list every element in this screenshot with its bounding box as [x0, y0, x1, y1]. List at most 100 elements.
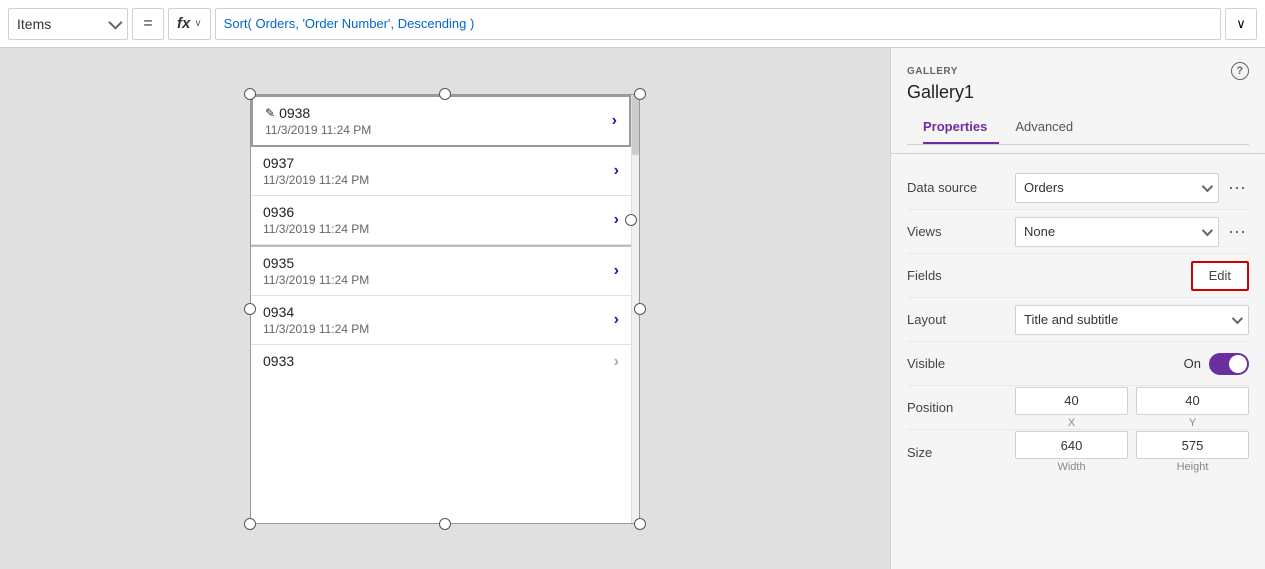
- size-inputs: Width Height: [1015, 431, 1249, 473]
- fields-value: Edit: [1015, 261, 1249, 291]
- main-content: ✎ 0938 11/3/2019 11:24 PM › 0937 11/3/20…: [0, 48, 1265, 569]
- tab-advanced[interactable]: Advanced: [1015, 111, 1085, 144]
- gallery-item-content: 0935 11/3/2019 11:24 PM: [263, 255, 614, 287]
- gallery-item-chevron-icon: ›: [612, 112, 617, 130]
- gallery-container: ✎ 0938 11/3/2019 11:24 PM › 0937 11/3/20…: [250, 94, 640, 524]
- gallery-item-subtitle: 11/3/2019 11:24 PM: [263, 273, 614, 287]
- items-label: Items: [17, 16, 51, 32]
- panel-tabs: Properties Advanced: [907, 111, 1249, 145]
- formula-bar[interactable]: Sort( Orders, 'Order Number', Descending…: [215, 8, 1221, 40]
- gallery-item[interactable]: 0936 11/3/2019 11:24 PM ›: [251, 196, 631, 245]
- data-source-label: Data source: [907, 180, 1007, 195]
- handle-right-item[interactable]: [625, 214, 637, 226]
- visible-toggle-container: On: [1184, 353, 1249, 375]
- fx-button[interactable]: fx ∨: [168, 8, 211, 40]
- handle-bottom-left[interactable]: [244, 518, 256, 530]
- gallery-item[interactable]: ✎ 0938 11/3/2019 11:24 PM ›: [251, 95, 631, 147]
- data-source-dropdown[interactable]: Orders: [1015, 173, 1219, 203]
- row-data-source: Data source Orders ···: [907, 166, 1249, 210]
- gallery-item-content: 0936 11/3/2019 11:24 PM: [263, 204, 614, 236]
- gallery-item-subtitle: 11/3/2019 11:24 PM: [263, 173, 614, 187]
- gallery-item-chevron-icon: ›: [614, 162, 619, 180]
- layout-dropdown[interactable]: Title and subtitle: [1015, 305, 1249, 335]
- visible-toggle-label: On: [1184, 356, 1201, 371]
- panel-gallery-name: Gallery1: [907, 82, 1249, 103]
- gallery-item-content: 0937 11/3/2019 11:24 PM: [263, 155, 614, 187]
- handle-middle-left[interactable]: [244, 303, 256, 315]
- expand-button[interactable]: ∨: [1225, 8, 1257, 40]
- visible-toggle[interactable]: [1209, 353, 1249, 375]
- formula-text: Sort( Orders, 'Order Number', Descending…: [224, 16, 475, 31]
- views-more-button[interactable]: ···: [1225, 220, 1249, 244]
- gallery-item-subtitle: 11/3/2019 11:24 PM: [263, 322, 614, 336]
- scrollbar-thumb: [632, 95, 639, 155]
- gallery-item-chevron-icon: ›: [614, 262, 619, 280]
- gallery-item-title: 0933: [263, 353, 614, 369]
- items-dropdown[interactable]: Items: [8, 8, 128, 40]
- data-source-chevron-icon: [1202, 180, 1213, 191]
- position-y-input[interactable]: [1136, 387, 1249, 415]
- gallery-item-title: 0936: [263, 204, 614, 220]
- tab-properties[interactable]: Properties: [923, 111, 999, 144]
- handle-middle-right[interactable]: [634, 303, 646, 315]
- gallery-item-content: ✎ 0938 11/3/2019 11:24 PM: [265, 105, 612, 137]
- layout-value: Title and subtitle: [1015, 305, 1249, 335]
- gallery-item-chevron-icon: ›: [614, 211, 619, 229]
- size-value: Width Height: [1015, 431, 1249, 473]
- layout-label: Layout: [907, 312, 1007, 327]
- row-fields: Fields Edit: [907, 254, 1249, 298]
- handle-top-left[interactable]: [244, 88, 256, 100]
- fx-label: fx: [177, 15, 190, 32]
- position-value: X Y: [1015, 387, 1249, 429]
- size-height-input[interactable]: [1136, 431, 1249, 459]
- equals-button[interactable]: =: [132, 8, 164, 40]
- views-chevron-icon: [1202, 224, 1213, 235]
- help-icon[interactable]: ?: [1231, 62, 1249, 80]
- position-y-wrap: Y: [1136, 387, 1249, 429]
- panel-gallery-label: GALLERY ?: [907, 62, 1249, 80]
- gallery-item[interactable]: 0933 ›: [251, 345, 631, 379]
- gallery-item[interactable]: 0937 11/3/2019 11:24 PM ›: [251, 147, 631, 196]
- gallery-item-subtitle: 11/3/2019 11:24 PM: [263, 222, 614, 236]
- gallery-item[interactable]: 0934 11/3/2019 11:24 PM ›: [251, 296, 631, 345]
- gallery-item-chevron-icon: ›: [614, 311, 619, 329]
- size-width-input[interactable]: [1015, 431, 1128, 459]
- panel-body: Data source Orders ··· Views None: [891, 154, 1265, 486]
- fields-edit-button[interactable]: Edit: [1191, 261, 1249, 291]
- visible-label: Visible: [907, 356, 1007, 371]
- gallery-item-title: 0937: [263, 155, 614, 171]
- position-x-input[interactable]: [1015, 387, 1128, 415]
- canvas-area: ✎ 0938 11/3/2019 11:24 PM › 0937 11/3/20…: [0, 48, 890, 569]
- row-size: Size Width Height: [907, 430, 1249, 474]
- gallery-item[interactable]: 0935 11/3/2019 11:24 PM ›: [251, 247, 631, 296]
- fields-label: Fields: [907, 268, 1007, 283]
- handle-bottom-right[interactable]: [634, 518, 646, 530]
- gallery-item-title: 0935: [263, 255, 614, 271]
- position-x-label: X: [1068, 417, 1075, 429]
- row-visible: Visible On: [907, 342, 1249, 386]
- gallery-inner: ✎ 0938 11/3/2019 11:24 PM › 0937 11/3/20…: [250, 94, 640, 524]
- views-dropdown[interactable]: None: [1015, 217, 1219, 247]
- gallery-item-chevron-icon: ›: [614, 353, 619, 371]
- position-label: Position: [907, 400, 1007, 415]
- data-source-more-button[interactable]: ···: [1225, 176, 1249, 200]
- views-label: Views: [907, 224, 1007, 239]
- position-x-wrap: X: [1015, 387, 1128, 429]
- handle-top-center[interactable]: [439, 88, 451, 100]
- items-chevron-icon: [108, 15, 122, 29]
- row-layout: Layout Title and subtitle: [907, 298, 1249, 342]
- edit-pencil-icon: ✎: [265, 106, 275, 120]
- gallery-item-title: ✎ 0938: [265, 105, 612, 121]
- handle-bottom-center[interactable]: [439, 518, 451, 530]
- position-inputs: X Y: [1015, 387, 1249, 429]
- gallery-item-subtitle: 11/3/2019 11:24 PM: [265, 123, 612, 137]
- size-height-label: Height: [1177, 461, 1209, 473]
- handle-top-right[interactable]: [634, 88, 646, 100]
- right-panel: GALLERY ? Gallery1 Properties Advanced D…: [890, 48, 1265, 569]
- size-width-wrap: Width: [1015, 431, 1128, 473]
- views-value: None ···: [1015, 217, 1249, 247]
- size-height-wrap: Height: [1136, 431, 1249, 473]
- fx-chevron-icon: ∨: [194, 18, 201, 29]
- visible-value: On: [1015, 353, 1249, 375]
- position-y-label: Y: [1189, 417, 1196, 429]
